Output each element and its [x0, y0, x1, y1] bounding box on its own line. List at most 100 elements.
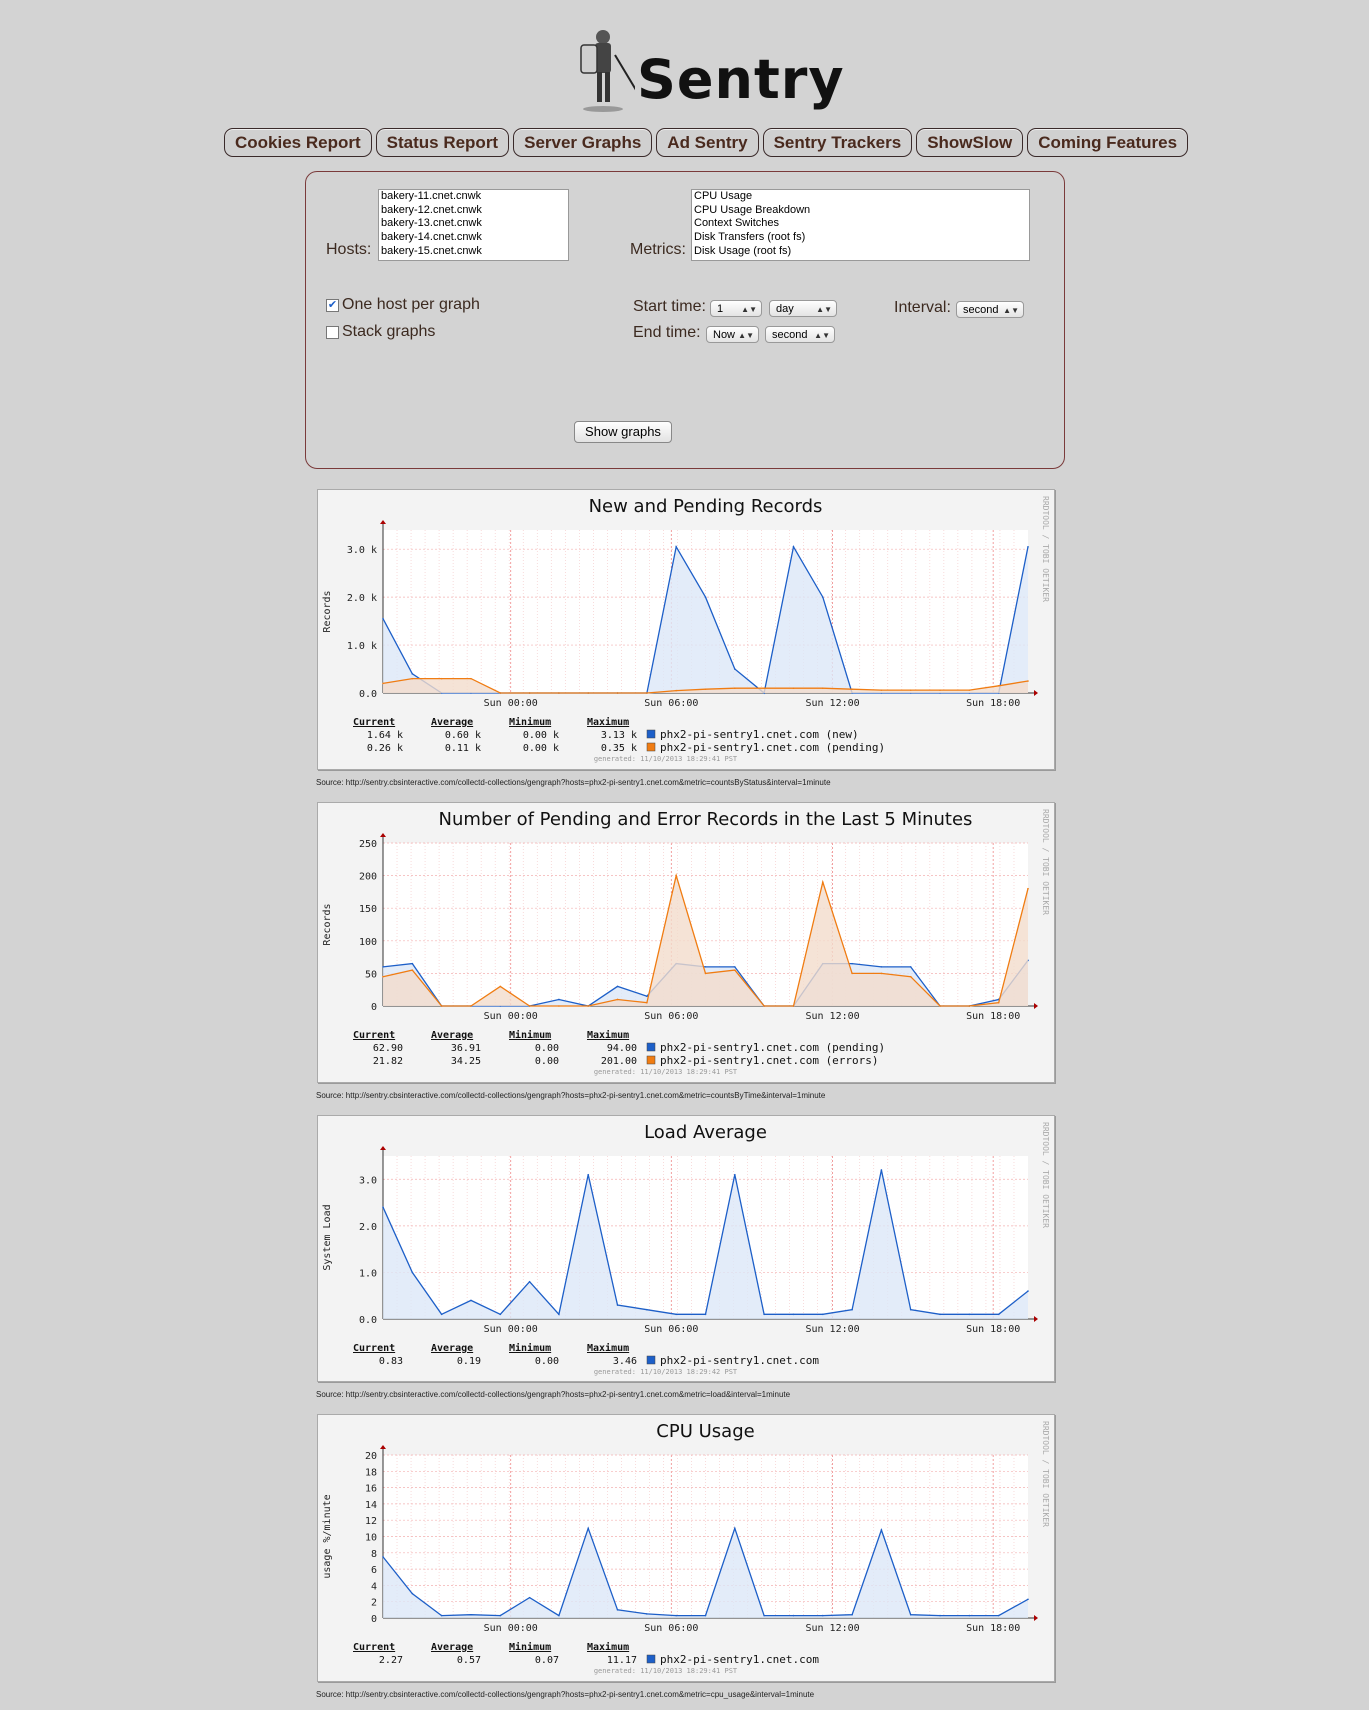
graph-source-link[interactable]: Source: http://sentry.cbsinteractive.com… — [316, 1091, 825, 1100]
y-tick-label: 1.0 — [359, 1268, 377, 1279]
generated-text: generated: 11/10/2013 18:29:42 PST — [594, 1368, 738, 1376]
graph-title: Number of Pending and Error Records in t… — [439, 809, 973, 830]
start-value-select[interactable]: 1 ▲▼ — [710, 300, 762, 317]
select-arrows-icon: ▲▼ — [816, 305, 832, 314]
y-axis-label: Records — [322, 903, 333, 945]
hosts-label: Hosts: — [326, 241, 372, 258]
host-option[interactable]: bakery-15.cnet.cnwk — [381, 245, 568, 259]
host-option[interactable]: bakery-12.cnet.cnwk — [381, 204, 568, 218]
nav-server-graphs[interactable]: Server Graphs — [513, 128, 653, 157]
y-axis-arrow-icon — [380, 1445, 386, 1449]
nav-ad-sentry[interactable]: Ad Sentry — [656, 128, 759, 157]
one-host-per-graph-checkbox[interactable]: ✔ One host per graph — [326, 296, 480, 314]
end-value-select[interactable]: Now ▲▼ — [706, 326, 759, 343]
data-point — [880, 689, 883, 691]
metrics-label: Metrics: — [630, 241, 686, 258]
graph-source-link[interactable]: Source: http://sentry.cbsinteractive.com… — [316, 778, 831, 787]
watermark-text: RRDTOOL / TOBI OETIKER — [1041, 1421, 1050, 1527]
graph-svg: Number of Pending and Error Records in t… — [322, 809, 1050, 1076]
legend-label: phx2-pi-sentry1.cnet.com — [660, 1653, 819, 1666]
show-graphs-button[interactable]: Show graphs — [574, 421, 672, 443]
nav-sentry-trackers[interactable]: Sentry Trackers — [762, 128, 913, 157]
x-tick-label: Sun 18:00 — [966, 1623, 1020, 1634]
data-point — [939, 1313, 941, 1316]
y-tick-label: 16 — [365, 1484, 377, 1495]
watermark-text: RRDTOOL / TOBI OETIKER — [1041, 496, 1050, 602]
legend-value: 34.25 — [451, 1056, 481, 1067]
host-option[interactable]: bakery-11.cnet.cnwk — [381, 190, 568, 204]
app-logo: Sentry — [565, 20, 844, 115]
data-point — [734, 668, 736, 670]
nav-status-report[interactable]: Status Report — [375, 128, 510, 157]
graph-source-link[interactable]: Source: http://sentry.cbsinteractive.com… — [316, 1690, 814, 1699]
generated-text: generated: 11/10/2013 18:29:41 PST — [594, 1667, 738, 1675]
x-tick-label: Sun 06:00 — [644, 1623, 698, 1634]
data-point — [704, 1614, 707, 1617]
y-axis-label: System Load — [322, 1204, 333, 1270]
data-point — [821, 1614, 824, 1617]
interval-select[interactable]: second ▲▼ — [956, 301, 1024, 318]
legend-value: 0.07 — [535, 1655, 559, 1666]
legend-value: 0.00 k — [523, 730, 559, 741]
y-tick-label: 12 — [365, 1516, 377, 1527]
data-point — [528, 692, 531, 694]
data-point — [470, 677, 472, 680]
checkbox-unchecked-icon[interactable] — [326, 325, 339, 339]
legend-header: Average — [431, 1642, 473, 1653]
data-point — [616, 985, 619, 988]
y-tick-label: 14 — [365, 1500, 377, 1511]
select-arrows-icon: ▲▼ — [814, 331, 830, 340]
y-tick-label: 0 — [371, 1614, 377, 1625]
hosts-listbox[interactable]: bakery-11.cnet.cnwk bakery-12.cnet.cnwk … — [378, 189, 569, 261]
nav-showslow[interactable]: ShowSlow — [916, 128, 1024, 157]
legend-value: 0.60 k — [445, 730, 481, 741]
legend-header: Maximum — [587, 1641, 629, 1653]
checkbox-checked-icon[interactable]: ✔ — [326, 298, 339, 312]
data-point — [968, 1005, 971, 1007]
data-point — [968, 1614, 971, 1617]
graph-source-link[interactable]: Source: http://sentry.cbsinteractive.com… — [316, 1390, 790, 1399]
data-point — [587, 1005, 590, 1007]
legend-header: Current — [353, 717, 395, 728]
metric-option[interactable]: CPU Usage — [694, 190, 1029, 204]
metric-option[interactable]: Disk Usage (root fs) — [694, 245, 1029, 259]
nav-cookies-report[interactable]: Cookies Report — [224, 128, 372, 157]
stack-graphs-checkbox[interactable]: Stack graphs — [326, 323, 435, 341]
data-point — [909, 689, 912, 691]
metrics-listbox[interactable]: CPU Usage CPU Usage Breakdown Context Sw… — [691, 189, 1030, 261]
legend-label: phx2-pi-sentry1.cnet.com (pending) — [660, 741, 885, 754]
watermark-text: RRDTOOL / TOBI OETIKER — [1041, 1122, 1050, 1228]
data-point — [968, 689, 971, 691]
data-point — [558, 1313, 560, 1316]
data-point — [880, 1529, 883, 1531]
metric-option[interactable]: Disk Transfers (root fs) — [694, 231, 1029, 245]
host-option[interactable]: bakery-14.cnet.cnwk — [381, 231, 568, 245]
metric-option[interactable]: Context Switches — [694, 217, 1029, 231]
legend-header: Minimum — [509, 1641, 551, 1653]
metric-option[interactable]: CPU Usage Breakdown — [694, 204, 1029, 218]
x-tick-label: Sun 00:00 — [484, 1324, 538, 1335]
end-unit-select[interactable]: second ▲▼ — [765, 326, 835, 343]
legend-swatch — [646, 742, 656, 752]
legend-value: 0.00 — [535, 1356, 559, 1367]
data-point — [470, 1613, 472, 1616]
data-point — [411, 962, 414, 965]
y-tick-label: 250 — [359, 839, 377, 850]
y-tick-label: 2.0 k — [347, 593, 377, 604]
legend-swatch — [646, 1055, 656, 1065]
legend-value: 11.17 — [607, 1655, 637, 1666]
x-tick-label: Sun 00:00 — [484, 1011, 538, 1022]
nav-coming-features[interactable]: Coming Features — [1027, 128, 1189, 157]
data-point — [704, 966, 707, 968]
data-point — [440, 677, 443, 680]
data-point — [880, 1169, 883, 1171]
legend-value: 3.46 — [613, 1356, 637, 1367]
legend-header: Average — [431, 1030, 473, 1041]
data-point — [646, 692, 648, 694]
start-unit-select[interactable]: day ▲▼ — [769, 300, 837, 317]
host-option[interactable]: bakery-13.cnet.cnwk — [381, 217, 568, 231]
x-axis-arrow-icon — [1034, 690, 1038, 696]
knight-icon — [580, 30, 635, 112]
legend-value: 0.57 — [457, 1655, 481, 1666]
y-tick-label: 6 — [371, 1565, 377, 1576]
